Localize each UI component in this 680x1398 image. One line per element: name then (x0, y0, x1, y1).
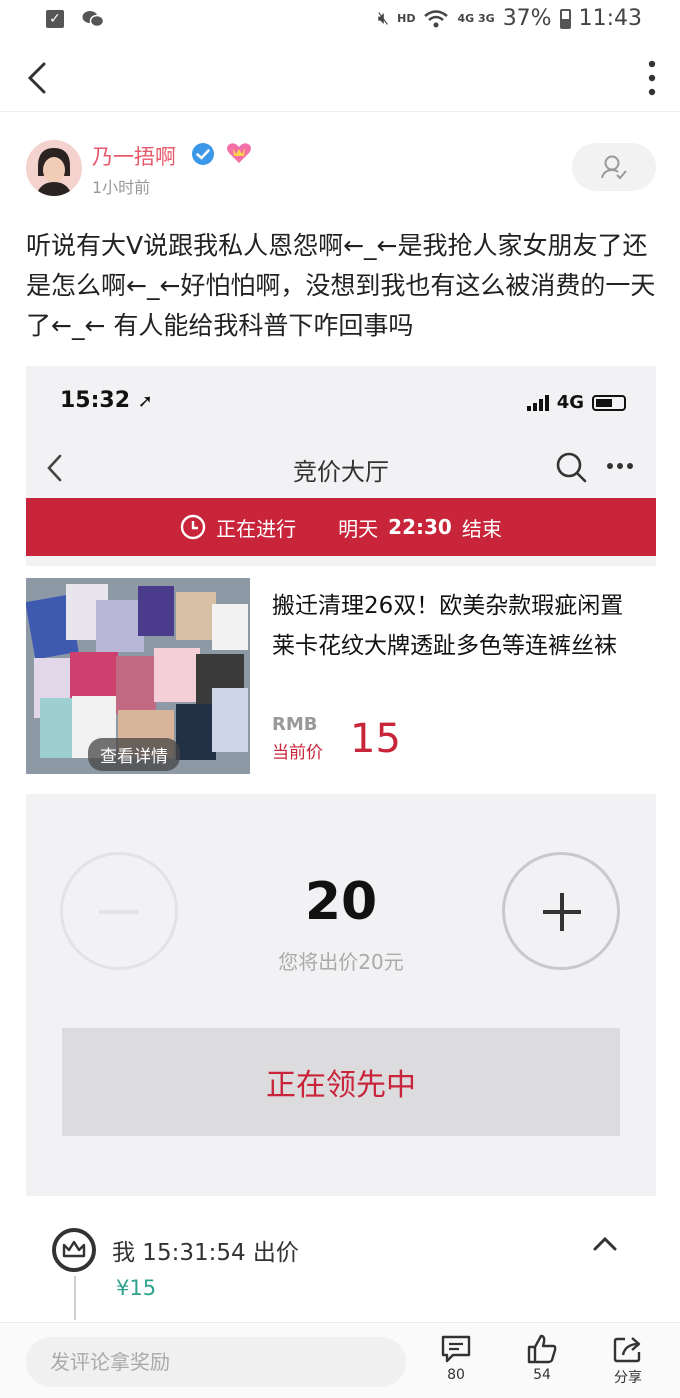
vip-heart-icon (227, 143, 251, 163)
embedded-nav: 竞价大厅 (26, 438, 656, 498)
top-nav (0, 44, 680, 112)
embedded-battery-icon (592, 394, 626, 411)
bid-record-text: 我 15:31:54 出价 (112, 1240, 299, 1266)
clock: 11:43 (578, 6, 642, 31)
auction-status-banner: 正在进行 明天 22:30 结束 (26, 498, 656, 556)
auction-end-time: 22:30 (388, 515, 452, 539)
share-icon (613, 1337, 641, 1363)
more-vertical-icon[interactable] (648, 58, 656, 98)
current-price: 15 (350, 716, 401, 762)
auction-end-day: 明天 (338, 516, 379, 541)
embedded-clock: 15:32 (60, 388, 131, 413)
share-button[interactable]: 分享 (598, 1333, 658, 1387)
share-label: 分享 (614, 1370, 642, 1386)
product-title[interactable]: 搬迁清理26双！欧美杂款瑕疵闲置莱卡花纹大牌透趾多色等连裤丝袜 (272, 586, 642, 666)
product-image[interactable]: 查看详情 (26, 578, 250, 774)
view-details-button[interactable]: 查看详情 (88, 738, 180, 771)
auction-status: 正在进行 (216, 516, 297, 541)
hd-label: HD (397, 12, 416, 25)
comment-button[interactable]: 80 (426, 1333, 486, 1383)
like-count: 54 (533, 1367, 551, 1383)
timeline-line (74, 1276, 76, 1320)
embedded-network: 4G (556, 392, 584, 413)
leading-status-button[interactable]: 正在领先中 (62, 1028, 620, 1136)
comment-icon (441, 1335, 471, 1363)
username[interactable]: 乃一捂啊 (92, 141, 176, 171)
product-card[interactable]: 查看详情 搬迁清理26双！欧美杂款瑕疵闲置莱卡花纹大牌透趾多色等连裤丝袜 RMB… (26, 566, 656, 794)
current-price-label: 当前价 (272, 743, 323, 763)
location-arrow-icon: ➚ (137, 391, 153, 412)
wechat-icon (82, 11, 104, 28)
embedded-status-bar: 15:32 ➚ 4G (26, 366, 656, 438)
post-time: 1小时前 (92, 178, 151, 197)
auction-end-label: 结束 (461, 516, 502, 541)
battery-percent: 37% (502, 6, 552, 31)
bid-record-amount: ¥15 (116, 1276, 157, 1300)
verified-badge-icon (192, 143, 214, 165)
thumbs-up-icon (527, 1334, 557, 1364)
search-icon[interactable] (554, 450, 588, 484)
battery-icon (559, 8, 571, 29)
like-button[interactable]: 54 (512, 1333, 572, 1383)
comment-input[interactable]: 发评论拿奖励 (26, 1337, 406, 1387)
currency-label: RMB (272, 714, 318, 735)
avatar[interactable] (26, 140, 82, 196)
avatar-image (26, 140, 82, 196)
signal-label: 4G 3G (457, 12, 495, 25)
bottom-action-bar: 发评论拿奖励 80 54 分享 (0, 1322, 680, 1398)
follow-user-icon (601, 155, 627, 180)
increase-bid-button[interactable] (502, 852, 620, 970)
wifi-icon (424, 9, 449, 27)
mute-icon: 🔇︎ (377, 8, 390, 29)
clock-icon (180, 514, 206, 540)
crown-icon (52, 1228, 96, 1272)
embedded-screenshot[interactable]: 15:32 ➚ 4G 竞价大厅 正在进行 明天 22:30 结束 查看详情 搬迁… (26, 366, 656, 1196)
checkbox-notification-icon: ✓ (46, 10, 64, 28)
more-horizontal-icon[interactable] (606, 462, 634, 470)
comment-count: 80 (447, 1367, 465, 1383)
chevron-up-icon[interactable] (592, 1236, 618, 1252)
embedded-signal-icon (526, 394, 549, 411)
back-arrow-icon[interactable] (24, 60, 52, 96)
status-bar: ✓ 🔇︎ HD 4G 3G 37% 11:43 (0, 0, 680, 44)
post-text: 听说有大V说跟我私人恩怨啊←_←是我抢人家女朋友了还是怎么啊←_←好怕怕啊，没想… (26, 231, 656, 340)
follow-button[interactable] (572, 143, 656, 191)
